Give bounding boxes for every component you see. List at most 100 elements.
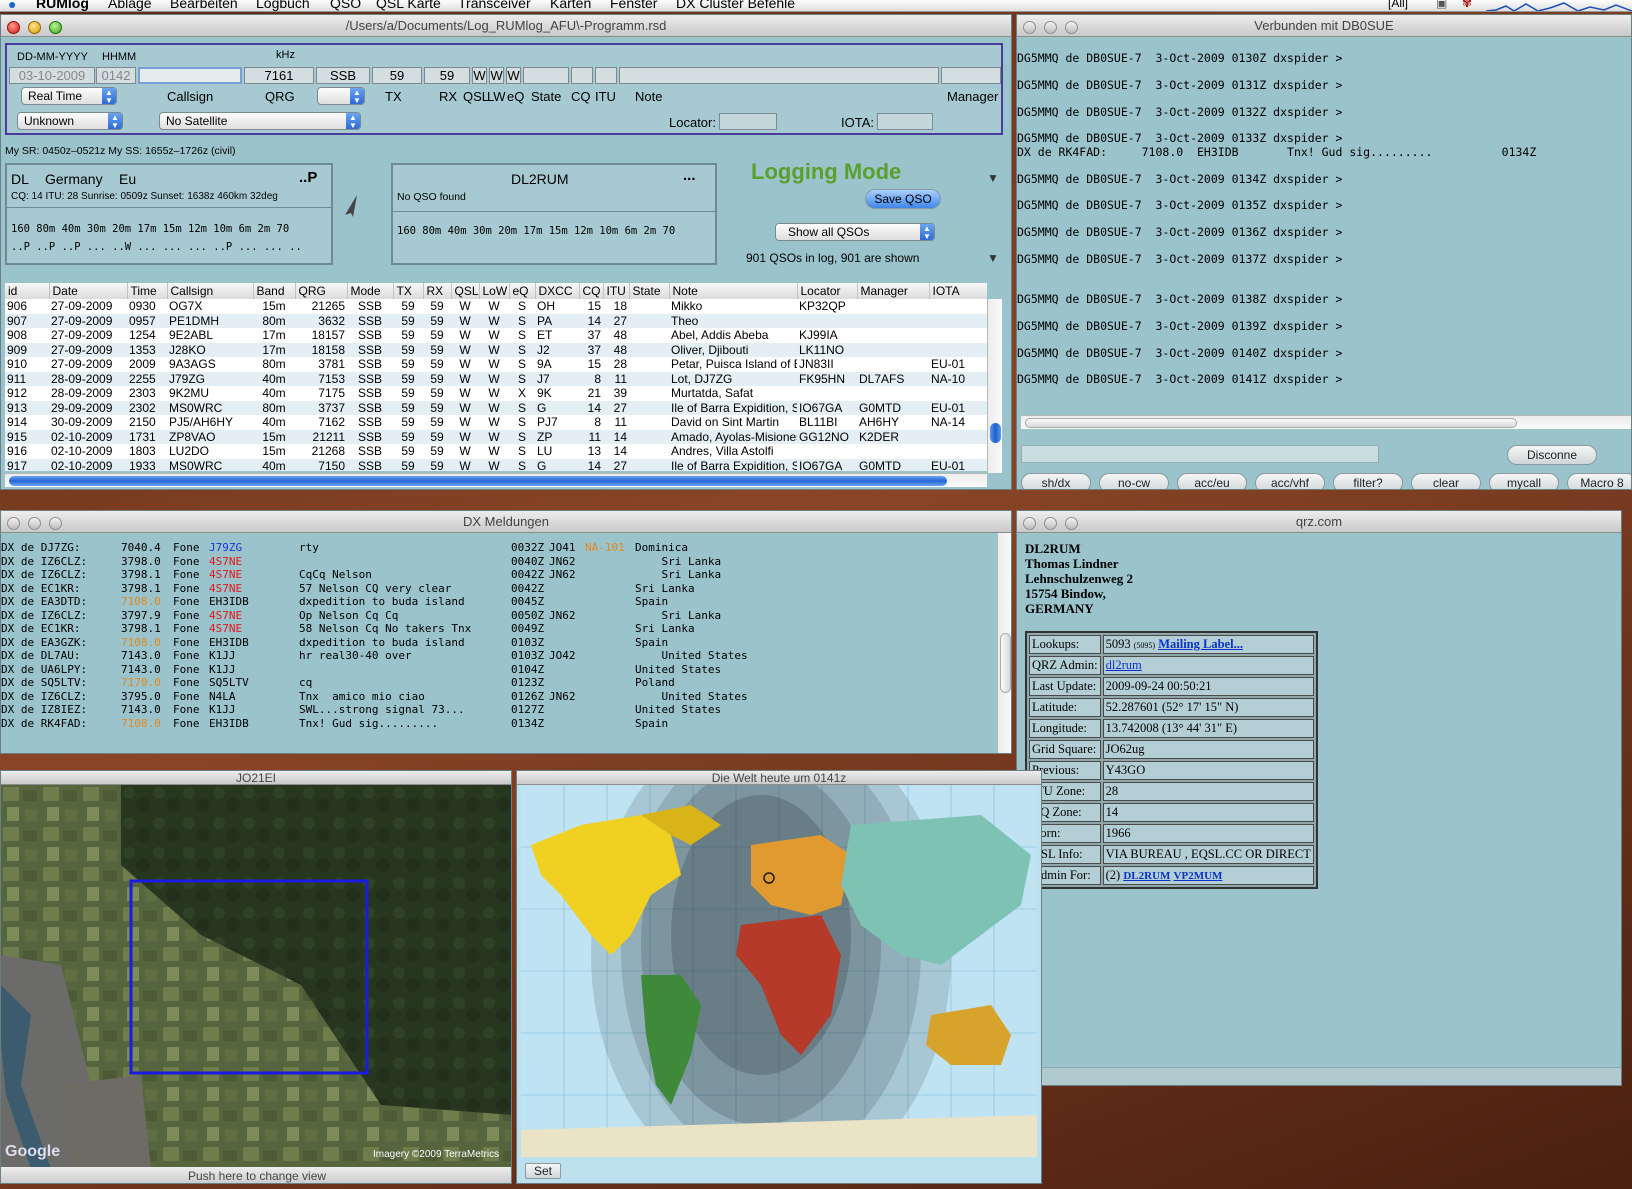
time-field[interactable]: 0142 (96, 67, 136, 84)
dx-spot-row[interactable]: DX de EC1KR: 3798.1 Fone 4S7NE 58 Nelson Cq … (1, 622, 1001, 636)
set-button[interactable]: Set (525, 1163, 561, 1179)
eq-field[interactable]: W (506, 67, 521, 84)
table-row[interactable]: 909 27-09-2009 1353 J28KO 17m 18158 SSB 59 59 W W S… (5, 342, 987, 357)
menu-bearbeiten[interactable]: Bearbeiten (170, 0, 238, 11)
propagation-select[interactable]: Unknown ▲ ▼ (17, 112, 123, 130)
dx-spot-row[interactable]: DX de RK4FAD: 7108.0 Fone EH3IDB Tnx! Gud si… (1, 717, 1001, 731)
column-header[interactable]: State (629, 283, 670, 299)
disconnect-button[interactable]: Disconne (1507, 445, 1597, 465)
table-row[interactable]: 911 28-09-2009 2255 J79ZG 40m 7153 SSB 59 59 W W S J… (5, 371, 987, 386)
scroll-knob[interactable] (990, 423, 1001, 443)
macro-filter-button[interactable]: filter? (1333, 473, 1403, 489)
column-header[interactable]: CQ (579, 283, 604, 299)
show-qsos-select[interactable]: Show all QSOs ▲ ▼ (775, 223, 935, 241)
minimize-icon[interactable] (1044, 21, 1057, 34)
dx-spot-row[interactable]: DX de SQ5LTV: 7170.0 Fone SQ5LTV cq 0123Z Pola… (1, 676, 1001, 690)
cq-field[interactable] (571, 67, 593, 84)
rx-field[interactable]: 59 (424, 67, 470, 84)
dx-spot-row[interactable]: DX de DL7AU: 7143.0 Fone K1JJ hr real30-40 o… (1, 649, 1001, 663)
table-row[interactable]: 913 29-09-2009 2302 MS0WRC 80m 3737 SSB 59 59 W W S… (5, 400, 987, 415)
qso-table-vscroll[interactable] (987, 299, 1002, 473)
macro-mycall-button[interactable]: mycall (1489, 473, 1559, 489)
column-header[interactable]: eQ (509, 283, 536, 299)
dx-spot-row[interactable]: DX de EC1KR: 3798.1 Fone 4S7NE 57 Nelson CQ … (1, 582, 1001, 596)
disclosure-triangle-icon[interactable]: ▼ (987, 171, 999, 185)
iota-input[interactable] (877, 113, 933, 130)
cluster-command-input[interactable] (1021, 445, 1379, 463)
disclosure-triangle-icon[interactable]: ▼ (987, 251, 999, 265)
table-row[interactable]: 908 27-09-2009 1254 9E2ABL 17m 18157 SSB 59 59 W W… (5, 328, 987, 343)
column-header[interactable]: LoW (479, 283, 510, 299)
column-header[interactable]: Time (127, 283, 168, 299)
column-header[interactable]: Callsign (167, 283, 254, 299)
qsl-field[interactable]: W (472, 67, 487, 84)
dx-spot-row[interactable]: DX de UA6LPY: 7143.0 Fone K1JJ 0104Z United S… (1, 663, 1001, 677)
log-window-titlebar[interactable]: /Users/a/Documents/Log_RUMlog_AFU\-Progr… (1, 15, 1011, 37)
timing-select[interactable]: Real Time ▲ ▼ (21, 87, 117, 105)
scroll-knob[interactable] (9, 476, 947, 486)
cluster-window-titlebar[interactable]: Verbunden mit DB0SUE (1017, 15, 1631, 37)
minimize-icon[interactable] (28, 517, 41, 530)
scroll-knob[interactable] (1000, 633, 1011, 693)
table-row[interactable]: 912 28-09-2009 2303 9K2MU 40m 7175 SSB 59 59 W W X 9… (5, 386, 987, 401)
callsign-input[interactable] (138, 67, 242, 84)
apple-menu-icon[interactable]: ● (8, 0, 16, 11)
close-icon[interactable] (1023, 21, 1036, 34)
itu-field[interactable] (595, 67, 617, 84)
manager-field[interactable] (941, 67, 1001, 84)
tray-scope-label[interactable]: [All] (1388, 0, 1408, 10)
table-row[interactable]: 917 02-10-2009 1933 MS0WRC 40m 7150 SSB 59 59 W W S… (5, 458, 987, 471)
satellite-select[interactable]: No Satellite ▲ ▼ (159, 112, 361, 130)
dx-spot-row[interactable]: DX de EA3DTD: 7108.0 Fone EH3IDB dxpedition … (1, 595, 1001, 609)
column-header[interactable]: RX (423, 283, 452, 299)
menu-logbuch[interactable]: Logbuch (256, 0, 310, 11)
zoom-icon[interactable] (49, 517, 62, 530)
menu-karten[interactable]: Karten (550, 0, 591, 11)
column-header[interactable]: TX (393, 283, 424, 299)
table-row[interactable]: 915 02-10-2009 1731 ZP8VAO 15m 21211 SSB 59 59 W W… (5, 429, 987, 444)
macro-acc-eu-button[interactable]: acc/eu (1177, 473, 1247, 489)
column-header[interactable]: Manager (857, 283, 930, 299)
dx-spots-titlebar[interactable]: DX Meldungen (1, 511, 1011, 533)
macro-acc-vhf-button[interactable]: acc/vhf (1255, 473, 1325, 489)
column-header[interactable]: Band (253, 283, 296, 299)
macro-clear-button[interactable]: clear (1411, 473, 1481, 489)
satellite-map[interactable] (1, 785, 512, 1169)
tray-flower-icon[interactable]: ✾ (1462, 0, 1472, 10)
menu-ablage[interactable]: Ablage (108, 0, 152, 11)
dx-spot-row[interactable]: DX de IZ6CLZ: 3798.1 Fone 4S7NE CqCq Nelson 0… (1, 568, 1001, 582)
menu-app[interactable]: RUMlog (36, 0, 89, 11)
minimize-icon[interactable] (28, 21, 41, 34)
column-header[interactable]: Mode (347, 283, 394, 299)
dx-spot-row[interactable]: DX de IZ6CLZ: 3795.0 Fone N4LA Tnx amico mio… (1, 690, 1001, 704)
mailing-label-link[interactable]: Mailing Label... (1158, 637, 1243, 651)
qrg-band-select[interactable]: ▲ ▼ (317, 87, 365, 105)
dx-spot-row[interactable]: DX de EA3GZK: 7108.0 Fone EH3IDB dxpedition … (1, 636, 1001, 650)
table-row[interactable]: 916 02-10-2009 1803 LU2DO 15m 21268 SSB 59 59 W W S… (5, 444, 987, 459)
world-map-titlebar[interactable]: Die Welt heute um 0141z (517, 771, 1041, 785)
zoom-icon[interactable] (1065, 21, 1078, 34)
close-icon[interactable] (7, 517, 20, 530)
column-header[interactable]: QRG (295, 283, 348, 299)
table-row[interactable]: 914 30-09-2009 2150 PJ5/AH6HY 40m 7162 SSB 59 59… (5, 415, 987, 430)
close-icon[interactable] (7, 21, 20, 34)
zoom-icon[interactable] (1065, 517, 1078, 530)
qrz-window-titlebar[interactable]: qrz.com (1017, 511, 1621, 533)
column-header[interactable]: IOTA (929, 283, 987, 299)
menu-transceiver[interactable]: Transceiver (458, 0, 531, 11)
column-header[interactable]: ITU (603, 283, 630, 299)
macro-sh-dx-button[interactable]: sh/dx (1021, 473, 1091, 489)
column-header[interactable]: DXCC (535, 283, 580, 299)
column-header[interactable]: Locator (797, 283, 858, 299)
save-qso-button[interactable]: Save QSO (865, 189, 941, 209)
date-field[interactable]: 03-10-2009 (9, 67, 95, 84)
menu-qso[interactable]: QSO (330, 0, 361, 11)
qso-table-hscroll[interactable] (5, 473, 987, 487)
locator-input[interactable] (719, 113, 777, 130)
column-header[interactable]: Date (49, 283, 128, 299)
dx-spot-row[interactable]: DX de IZ6CLZ: 3798.0 Fone 4S7NE 0040Z JN62 Sr… (1, 555, 1001, 569)
menu-fenster[interactable]: Fenster (610, 0, 657, 11)
dx-spots-vscroll[interactable] (997, 533, 1011, 753)
table-row[interactable]: 907 27-09-2009 0957 PE1DMH 80m 3632 SSB 59 59 W W S… (5, 313, 987, 328)
call-panel-more[interactable]: ... (683, 167, 696, 184)
